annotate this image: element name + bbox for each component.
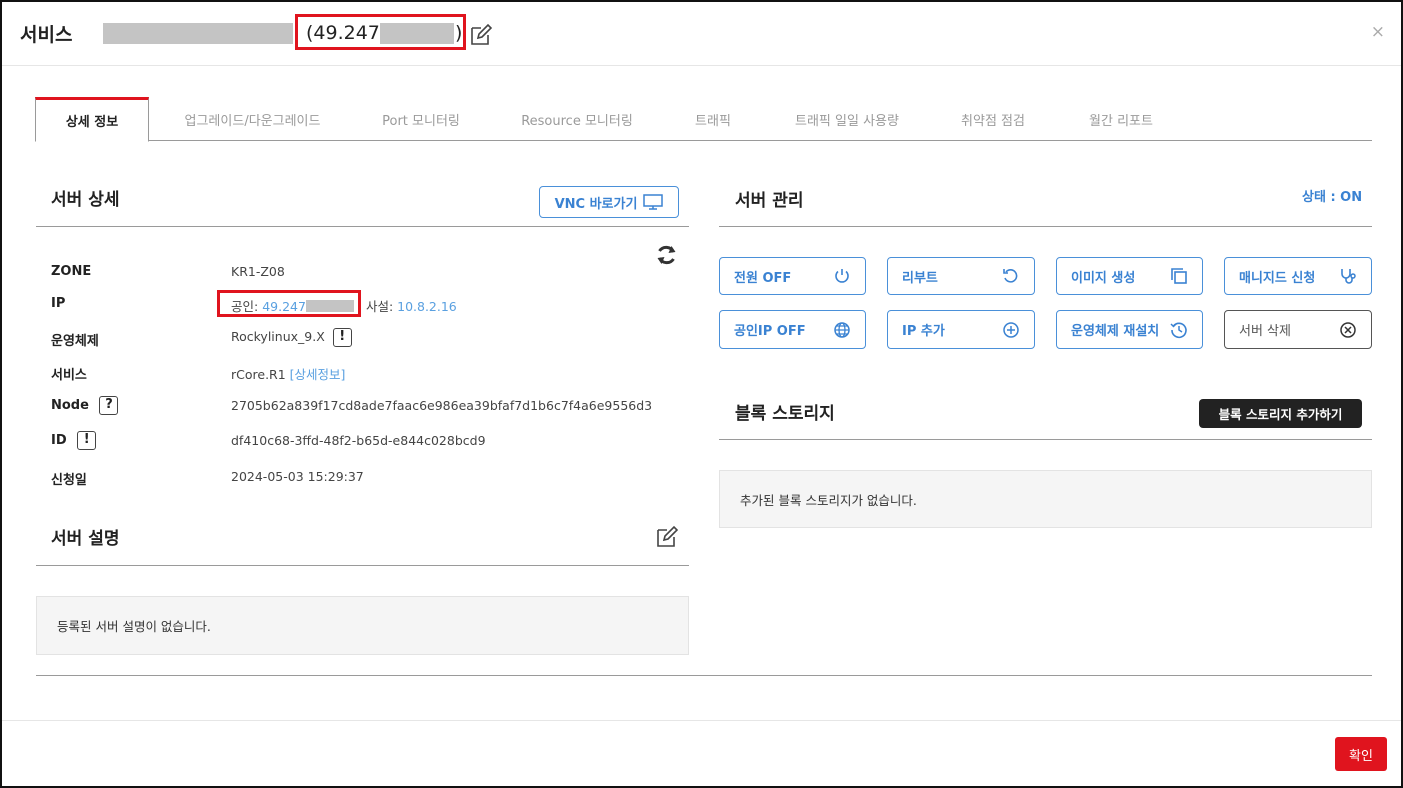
- globe-icon: [834, 321, 850, 338]
- server-detail-title: 서버 상세: [51, 190, 120, 210]
- server-desc-title: 서버 설명: [51, 529, 120, 549]
- power-off-label: 전원 OFF: [734, 270, 792, 286]
- server-mgmt-title: 서버 관리: [735, 191, 804, 211]
- x-circle-icon: [1340, 321, 1356, 338]
- server-status: 상태 : ON: [1302, 190, 1363, 205]
- node-label-text: Node: [51, 398, 89, 413]
- vnc-button[interactable]: VNC 바로가기: [539, 186, 679, 218]
- tab-vulnerability[interactable]: 취약점 점검: [947, 97, 1039, 141]
- node-help-badge[interactable]: ?: [99, 396, 119, 415]
- tab-traffic[interactable]: 트래픽: [680, 97, 746, 141]
- zone-label: ZONE: [51, 264, 92, 279]
- dialog-title: 서비스: [20, 24, 73, 46]
- delete-server-label: 서버 삭제: [1239, 324, 1291, 339]
- os-info-badge[interactable]: !: [332, 328, 352, 347]
- ok-button[interactable]: 확인: [1335, 737, 1387, 771]
- reboot-icon: [1003, 269, 1018, 283]
- service-value: rCore.R1 [상세정보]: [231, 364, 345, 383]
- node-label: Node ?: [51, 396, 119, 415]
- delete-server-button[interactable]: 서버 삭제: [1224, 310, 1372, 349]
- date-value: 2024-05-03 15:29:37: [231, 469, 364, 484]
- edit-description-icon[interactable]: [655, 525, 679, 549]
- ip-private-link[interactable]: 10.8.2.16: [397, 299, 457, 314]
- edit-name-icon[interactable]: [469, 23, 493, 47]
- reinstall-os-button[interactable]: 운영체제 재설치: [1056, 310, 1203, 349]
- service-text: rCore.R1: [231, 367, 286, 382]
- vnc-label: VNC 바로가기: [554, 196, 638, 212]
- ip-label: IP: [51, 296, 66, 311]
- managed-apply-button[interactable]: 매니지드 신청: [1224, 257, 1372, 295]
- add-ip-label: IP 추가: [902, 324, 945, 339]
- block-storage-divider: [719, 439, 1372, 440]
- public-ip-off-label: 공인IP OFF: [734, 324, 806, 339]
- id-info-badge[interactable]: !: [77, 431, 97, 450]
- service-detail-link[interactable]: [상세정보]: [290, 367, 346, 382]
- reboot-label: 리부트: [902, 270, 938, 286]
- os-value: Rockylinux_9.X !: [231, 328, 352, 347]
- block-storage-empty: 추가된 블록 스토리지가 없습니다.: [719, 470, 1372, 528]
- refresh-icon[interactable]: [654, 243, 679, 267]
- id-value: df410c68-3ffd-48f2-b65d-e844c028bcd9: [231, 433, 486, 448]
- create-image-button[interactable]: 이미지 생성: [1056, 257, 1203, 295]
- tab-upgrade[interactable]: 업그레이드/다운그레이드: [165, 97, 340, 141]
- stethoscope-icon: [1341, 269, 1356, 284]
- reboot-button[interactable]: 리부트: [887, 257, 1035, 295]
- power-icon: [835, 269, 849, 283]
- date-label: 신청일: [51, 473, 87, 488]
- tab-detail[interactable]: 상세 정보: [35, 97, 149, 142]
- id-label: ID !: [51, 431, 97, 450]
- tab-resource-monitoring[interactable]: Resource 모니터링: [511, 97, 643, 141]
- power-off-button[interactable]: 전원 OFF: [719, 257, 866, 295]
- create-image-label: 이미지 생성: [1071, 270, 1136, 286]
- id-label-text: ID: [51, 433, 67, 448]
- reinstall-os-label: 운영체제 재설치: [1071, 324, 1160, 339]
- content-bottom-divider: [36, 675, 1372, 676]
- highlight-box-ip: [217, 290, 361, 317]
- redacted-service-name: [103, 23, 293, 44]
- highlight-box-title-ip: [295, 14, 466, 50]
- os-text: Rockylinux_9.X: [231, 329, 325, 344]
- zone-value: KR1-Z08: [231, 264, 285, 279]
- tab-monthly-report[interactable]: 월간 리포트: [1075, 97, 1167, 141]
- add-ip-button[interactable]: IP 추가: [887, 310, 1035, 349]
- server-detail-divider: [36, 226, 689, 227]
- history-icon: [1170, 322, 1187, 338]
- dialog-header: 서비스 (49.247. ) ×: [2, 2, 1401, 66]
- public-ip-off-button[interactable]: 공인IP OFF: [719, 310, 866, 349]
- monitor-icon: [643, 194, 664, 210]
- service-label: 서비스: [51, 368, 87, 383]
- close-icon[interactable]: ×: [1371, 22, 1385, 42]
- server-mgmt-divider: [719, 226, 1372, 227]
- service-dialog: 서비스 (49.247. ) × 상세 정보 업그레이드/다운그레이드 Port…: [0, 0, 1403, 788]
- server-desc-divider: [36, 565, 689, 566]
- plus-circle-icon: [1003, 321, 1019, 338]
- server-desc-empty: 등록된 서버 설명이 없습니다.: [36, 596, 689, 655]
- os-label: 운영체제: [51, 334, 99, 349]
- tab-daily-traffic[interactable]: 트래픽 일일 사용량: [785, 97, 909, 141]
- block-storage-title: 블록 스토리지: [735, 404, 835, 424]
- footer-divider: [2, 720, 1401, 721]
- ip-private-prefix: 사설:: [365, 299, 398, 314]
- managed-apply-label: 매니지드 신청: [1239, 270, 1316, 286]
- copy-icon: [1171, 268, 1187, 284]
- node-value: 2705b62a839f17cd8ade7faac6e986ea39bfaf7d…: [231, 398, 653, 413]
- tab-bar: 상세 정보 업그레이드/다운그레이드 Port 모니터링 Resource 모니…: [35, 97, 1372, 142]
- add-block-storage-button[interactable]: 블록 스토리지 추가하기: [1199, 399, 1362, 428]
- tab-port-monitoring[interactable]: Port 모니터링: [365, 97, 477, 141]
